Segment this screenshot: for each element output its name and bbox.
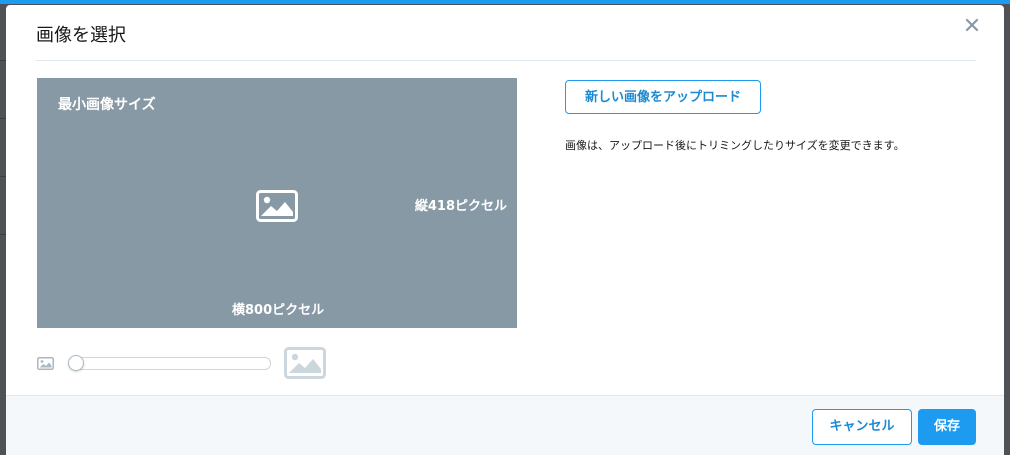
image-select-dialog: 画像を選択 最小画像サイズ 縦418ピクセル 横800ピクセル 新しい画像をアッ…: [6, 5, 1004, 455]
zoom-slider-track[interactable]: [69, 357, 271, 370]
image-preview-area: 最小画像サイズ 縦418ピクセル 横800ピクセル: [37, 78, 517, 328]
image-icon: [256, 190, 298, 222]
dialog-title: 画像を選択: [36, 25, 126, 46]
width-label: 横800ピクセル: [232, 303, 325, 318]
zoom-slider-thumb[interactable]: [68, 355, 84, 371]
close-button[interactable]: [962, 15, 982, 35]
dialog-footer: キャンセル 保存: [6, 395, 1004, 455]
cancel-button[interactable]: キャンセル: [812, 409, 912, 445]
zoom-control: [37, 345, 337, 381]
image-small-icon: [37, 357, 54, 370]
top-accent-bar: [0, 0, 1010, 4]
save-button[interactable]: 保存: [918, 409, 976, 445]
height-label: 縦418ピクセル: [414, 199, 507, 214]
min-size-title: 最小画像サイズ: [58, 97, 156, 113]
image-large-icon: [284, 347, 326, 379]
upload-hint-text: 画像は、アップロード後にトリミングしたりサイズを変更できます。: [565, 139, 905, 152]
upload-new-image-button[interactable]: 新しい画像をアップロード: [565, 80, 761, 114]
dialog-header: 画像を選択: [36, 5, 976, 61]
close-icon: [965, 18, 979, 32]
